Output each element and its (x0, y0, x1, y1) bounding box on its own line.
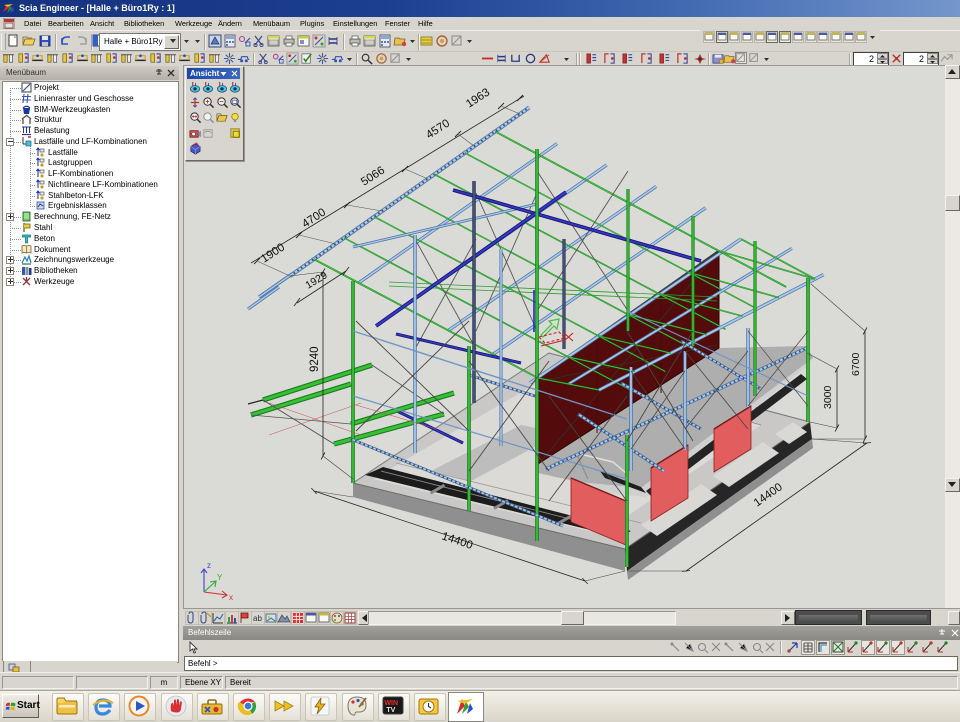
svg-text:z: z (207, 561, 211, 570)
svg-text:1963: 1963 (464, 87, 492, 111)
svg-text:x: x (229, 593, 233, 602)
svg-text:9240: 9240 (309, 346, 321, 372)
svg-text:14400: 14400 (440, 530, 474, 551)
svg-text:4700: 4700 (300, 207, 328, 231)
svg-text:4570: 4570 (424, 118, 452, 142)
svg-text:TV: TV (386, 707, 395, 714)
svg-text:Y: Y (217, 573, 223, 582)
svg-text:6700: 6700 (850, 352, 862, 376)
svg-text:1900: 1900 (259, 242, 287, 266)
svg-text:5066: 5066 (359, 165, 387, 189)
svg-text:ab: ab (253, 614, 262, 623)
svg-text:3000: 3000 (822, 385, 834, 409)
svg-text:WIN: WIN (384, 700, 398, 707)
